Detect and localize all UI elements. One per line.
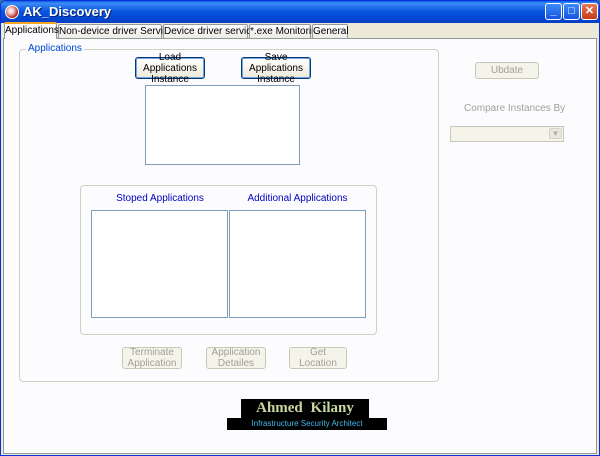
tab-non-device-driver-services[interactable]: Non-device driver Services (58, 24, 179, 38)
compare-instances-dropdown[interactable]: ▼ (450, 126, 564, 142)
title-bar[interactable]: AK_Discovery _ □ ✕ (1, 1, 599, 23)
load-applications-instance-button[interactable]: Load Applications Instance (135, 52, 205, 85)
chevron-down-icon[interactable]: ▼ (549, 128, 562, 139)
stopped-applications-listbox[interactable] (91, 210, 228, 318)
maximize-button[interactable]: □ (563, 3, 580, 20)
instance-listbox[interactable] (145, 85, 300, 165)
window-title: AK_Discovery (23, 4, 112, 19)
applications-tab-panel: Applications Load Applications Instance … (3, 38, 597, 454)
additional-applications-label: Additional Applications (247, 193, 348, 204)
get-location-button[interactable]: Get Location (289, 347, 347, 369)
update-button[interactable]: Ubdate (475, 62, 539, 79)
tab-general[interactable]: General (312, 24, 349, 38)
terminate-application-button[interactable]: Terminate Application (122, 347, 182, 369)
tab-strip: Applications Non-device driver Services … (3, 22, 597, 39)
author-title-banner: Infrastructure Security Architect (227, 418, 387, 430)
compare-instances-label: Compare Instances By (464, 103, 566, 114)
save-applications-instance-button[interactable]: Save Applications Instance (241, 52, 311, 85)
app-icon[interactable] (5, 5, 19, 19)
applications-group-legend: Applications (26, 43, 84, 54)
app-window: AK_Discovery _ □ ✕ Applications Non-devi… (0, 0, 600, 456)
tab-applications[interactable]: Applications (4, 22, 59, 39)
minimize-button[interactable]: _ (545, 3, 562, 20)
application-details-button[interactable]: Application Detailes (206, 347, 266, 369)
tab-exe-monitoring[interactable]: *.exe Monitoring (249, 24, 322, 38)
tab-device-driver-services[interactable]: Device driver services (163, 24, 262, 38)
stopped-applications-label: Stoped Applications (116, 193, 204, 204)
close-button[interactable]: ✕ (581, 3, 598, 20)
additional-applications-listbox[interactable] (229, 210, 366, 318)
author-name-banner: Ahmed Kilany (241, 399, 369, 418)
